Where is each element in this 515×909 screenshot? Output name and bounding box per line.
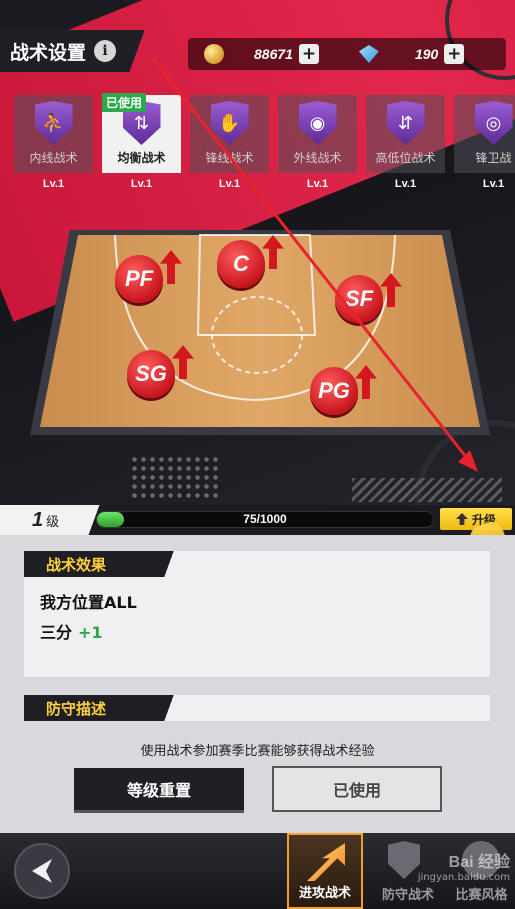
tactic-card[interactable]: 已使用 ⇅ 均衡战术 Lv.1	[102, 93, 181, 195]
decor-dots	[130, 455, 220, 500]
xp-progress-text: 75/1000	[243, 512, 287, 526]
tactic-badge-icon: ◎	[474, 101, 513, 145]
add-coins-button[interactable]: +	[298, 44, 319, 64]
used-tag: 已使用	[102, 93, 147, 112]
effect-header: 战术效果	[24, 551, 174, 577]
gem-value: 190	[414, 46, 439, 62]
tactic-level: Lv.1	[394, 178, 417, 190]
page-title: 战术设置	[10, 42, 87, 64]
tactic-name: 锋线战术	[205, 151, 254, 165]
tactic-level: Lv.1	[482, 178, 505, 190]
tactics-list: ⛹ 内线战术 Lv.1 已使用 ⇅ 均衡战术 Lv.1 ✋ 锋线战术 Lv.1 ◉…	[14, 93, 515, 195]
tactic-badge-icon: ✋	[210, 101, 249, 145]
offense-arrow-icon	[307, 843, 345, 881]
xp-progress-bar: 75/1000	[96, 511, 434, 528]
tactic-name: 锋卫战	[475, 151, 512, 165]
level-unit: 级	[46, 514, 60, 530]
tactic-card[interactable]: ✋ 锋线战术 Lv.1	[190, 95, 269, 195]
tactic-level: Lv.1	[130, 178, 153, 190]
tactic-card[interactable]: ◎ 锋卫战 Lv.1	[454, 95, 515, 195]
tab-offense[interactable]: 进攻战术	[287, 833, 363, 909]
effect-line2: 三分 +1	[40, 619, 490, 643]
watermark-url: jingyan.baidu.com	[417, 872, 510, 883]
tactic-name: 均衡战术	[117, 151, 166, 165]
tactic-card[interactable]: ⇵ 高低位战术 Lv.1	[366, 95, 445, 195]
tab-offense-label: 进攻战术	[298, 886, 351, 901]
title-bar: 战术设置 i	[0, 30, 144, 72]
position-token[interactable]: PF	[115, 255, 163, 303]
gem-icon	[358, 45, 379, 63]
tactic-level: Lv.1	[218, 178, 241, 190]
position-token[interactable]: C	[217, 240, 265, 288]
tactic-badge-icon: ◉	[298, 101, 337, 145]
effect-bonus: +1	[78, 623, 103, 642]
level-label: 1 级	[0, 505, 100, 535]
defense-card: 防守描述	[24, 695, 490, 721]
tactic-card-face: ◎ 锋卫战	[454, 95, 515, 173]
back-arrow-icon	[32, 859, 52, 883]
defense-header: 防守描述	[24, 695, 174, 721]
tactic-card[interactable]: ◉ 外线战术 Lv.1	[278, 95, 357, 195]
tactic-level: Lv.1	[306, 178, 329, 190]
gem-currency: 190 +	[339, 38, 465, 70]
tactic-card-face: ⛹ 内线战术	[14, 95, 93, 173]
add-gems-button[interactable]: +	[444, 44, 465, 64]
coin-icon	[204, 44, 224, 64]
position-token[interactable]: SG	[127, 350, 175, 398]
court: PF C SF SG PG	[30, 225, 490, 440]
tactic-name: 高低位战术	[375, 151, 436, 165]
coin-currency: 88671 +	[188, 38, 319, 70]
tactic-name: 外线战术	[293, 151, 342, 165]
details-panel: 战术效果 我方位置ALL 三分 +1 防守描述 使用战术参加赛季比赛能够获得战术经…	[0, 535, 515, 833]
level-number: 1	[32, 508, 44, 531]
tactic-card-face: ◉ 外线战术	[278, 95, 357, 173]
hint-text: 使用战术参加赛季比赛能够获得战术经验	[140, 744, 375, 759]
info-icon[interactable]: i	[94, 40, 117, 62]
upgrade-icon	[455, 513, 468, 525]
effect-line2-label: 三分	[40, 623, 73, 642]
position-token[interactable]: SF	[335, 275, 383, 323]
tactic-badge-icon: ⇵	[386, 101, 425, 145]
tactic-name: 内线战术	[29, 151, 78, 165]
watermark-logo: Bai 经验	[448, 854, 510, 871]
reset-level-button[interactable]: 等级重置	[74, 768, 244, 810]
currency-bar: 88671 + 190 +	[188, 38, 506, 70]
tactic-badge-icon: ⛹	[34, 101, 73, 145]
tactic-card-face: ✋ 锋线战术	[190, 95, 269, 173]
position-token[interactable]: PG	[310, 367, 358, 415]
coin-value: 88671	[254, 46, 293, 62]
back-button[interactable]	[14, 843, 70, 899]
tactic-card-face: ⇵ 高低位战术	[366, 95, 445, 173]
tactic-card[interactable]: ⛹ 内线战术 Lv.1	[14, 95, 93, 195]
used-button[interactable]: 已使用	[272, 766, 442, 812]
watermark: Bai 经验 jingyan.baidu.com	[395, 848, 510, 896]
effect-card: 战术效果 我方位置ALL 三分 +1	[24, 551, 490, 677]
decor-stripes	[352, 478, 502, 502]
tactic-level: Lv.1	[42, 178, 65, 190]
effect-line1: 我方位置ALL	[40, 593, 137, 612]
